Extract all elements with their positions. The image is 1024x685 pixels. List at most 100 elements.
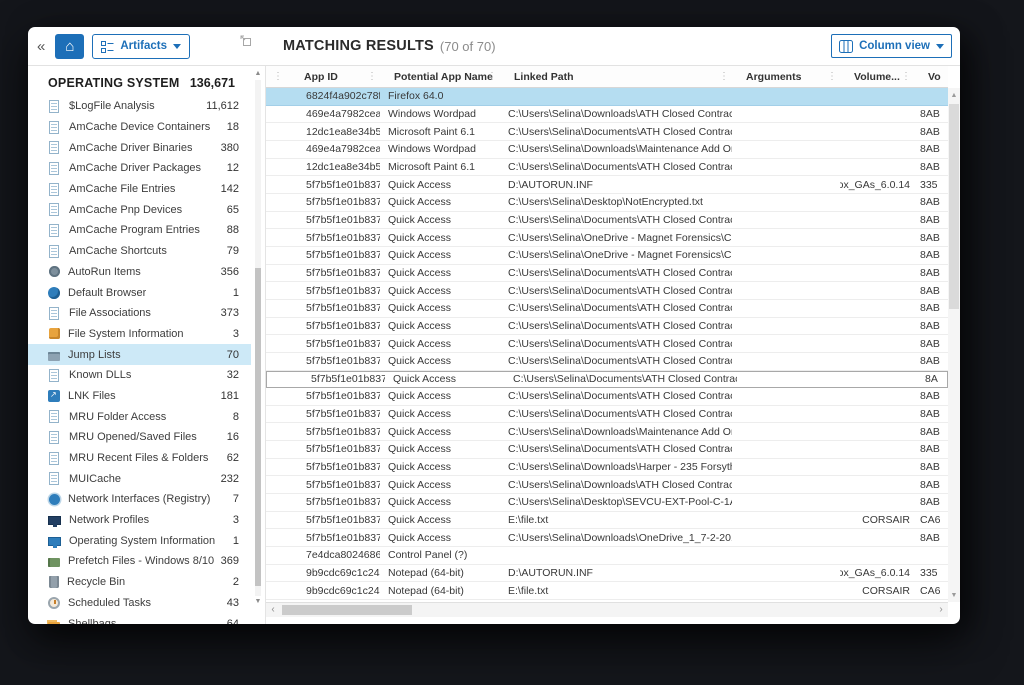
table-row[interactable]: 5f7b5f1e01b83767 Quick Access C:\Users\S… [266,423,948,442]
scroll-left-icon[interactable]: ‹ [266,603,280,617]
sidebar-artifact-item[interactable]: Network Interfaces (Registry) 7 [28,489,251,510]
sidebar-artifact-item[interactable]: AmCache Driver Packages 12 [28,158,251,179]
table-row[interactable]: 5f7b5f1e01b83767 Quick Access C:\Users\S… [266,458,948,477]
table-row[interactable]: 5f7b5f1e01b83767 Quick Access C:\Users\S… [266,405,948,424]
artifact-label: MUICache [69,472,121,485]
sidebar-artifact-item[interactable]: Scheduled Tasks 43 [28,593,251,614]
table-row[interactable]: 5f7b5f1e01b83767 Quick Access C:\Users\S… [266,282,948,300]
sidebar-artifact-item[interactable]: Known DLLs 32 [28,365,251,386]
column-header-arguments[interactable]: Arguments ⋮ [732,66,840,87]
sidebar-artifact-item[interactable]: MRU Recent Files & Folders 62 [28,448,251,469]
table-row[interactable]: 5f7b5f1e01b83767 Quick Access E:\file.tx… [266,511,948,530]
sidebar-artifact-item[interactable]: $LogFile Analysis 11,612 [28,96,251,117]
table-row[interactable]: 5f7b5f1e01b83767 Quick Access C:\Users\S… [266,335,948,353]
column-header-volume[interactable]: Volume... ⋮ [840,66,914,87]
column-header-app-id[interactable]: App ID ⋮ [290,66,380,87]
v-scrollbar-thumb[interactable] [949,104,959,309]
sidebar-artifact-item[interactable]: Network Profiles 3 [28,510,251,531]
column-options-icon[interactable]: ⋮ [367,71,377,82]
arguments-cell [732,265,840,282]
table-row[interactable]: 5f7b5f1e01b83767 Quick Access C:\Users\S… [266,352,948,371]
table-row[interactable]: 5f7b5f1e01b83767 Quick Access C:\Users\S… [266,211,948,230]
linked-path-cell: C:\Users\Selina\Documents\ATH Closed Con… [513,372,737,385]
scroll-up-icon[interactable]: ▲ [948,90,960,102]
home-button[interactable]: ⌂ [55,33,85,59]
sidebar-artifact-item[interactable]: Recycle Bin 2 [28,572,251,593]
table-row[interactable]: 12dc1ea8e34b5a6 Microsoft Paint 6.1 C:\U… [266,158,948,177]
table-row[interactable]: 5f7b5f1e01b83767 Quick Access C:\Users\S… [266,246,948,265]
column-options-icon[interactable]: ⋮ [487,71,497,82]
table-row[interactable]: 6824f4a902c78fbd Firefox 64.0 [266,88,948,106]
column-options-icon[interactable]: ⋮ [719,71,729,82]
sidebar-scrollbar[interactable]: ▲ ▼ [252,68,264,608]
table-row[interactable]: 7e4dca80246863e3 Control Panel (?) [266,547,948,565]
table-row[interactable]: 12dc1ea8e34b5a6 Microsoft Paint 6.1 C:\U… [266,123,948,141]
table-row[interactable]: 5f7b5f1e01b83767 Quick Access C:\Users\S… [266,494,948,512]
table-row[interactable]: 9b9cdc69c1c24e2b Notepad (64-bit) E:\fil… [266,582,948,601]
table-row[interactable]: 5f7b5f1e01b83767 Quick Access C:\Users\S… [266,529,948,548]
sidebar-artifact-item[interactable]: AmCache Pnp Devices 65 [28,199,251,220]
sidebar-artifact-item[interactable]: Operating System Information 1 [28,530,251,551]
artifacts-dropdown-button[interactable]: Artifacts [92,33,190,59]
column-header-volume-2[interactable]: Vo [914,66,948,87]
table-vertical-scrollbar[interactable]: ▲ ▼ [948,88,960,602]
volume-name-cell [840,265,914,282]
arguments-cell [732,247,840,264]
sidebar-artifact-item[interactable]: MUICache 232 [28,468,251,489]
sidebar-artifact-item[interactable]: Jump Lists 70 [28,344,251,365]
sidebar-artifact-item[interactable]: Default Browser 1 [28,282,251,303]
popout-icon[interactable] [240,35,252,47]
h-scrollbar-thumb[interactable] [282,605,412,615]
sidebar-artifact-item[interactable]: Prefetch Files - Windows 8/10 369 [28,551,251,572]
table-row[interactable]: 5f7b5f1e01b83767 Quick Access C:\Users\S… [266,299,948,318]
table-row[interactable]: 5f7b5f1e01b83767 Quick Access C:\Users\S… [266,229,948,247]
volume-serial-cell: 8AB [920,390,940,403]
sidebar-artifact-item[interactable]: File System Information 3 [28,324,251,345]
table-row[interactable]: 5f7b5f1e01b83767 Quick Access C:\Users\S… [266,476,948,495]
page-icon [49,161,59,175]
volume-name-cell [840,229,914,246]
table-row[interactable]: 5f7b5f1e01b83767 Quick Access C:\Users\S… [266,388,948,406]
row-grip-cell [266,494,290,511]
scroll-down-icon[interactable]: ▼ [252,596,264,608]
linked-path-cell: D:\AUTORUN.INF [508,178,593,191]
scroll-right-icon[interactable]: › [934,603,948,617]
section-count: 136,671 [189,76,235,90]
column-header-app-name[interactable]: Potential App Name ⋮ [380,66,500,87]
sidebar-artifact-item[interactable]: File Associations 373 [28,303,251,324]
collapse-sidebar-button[interactable]: « [37,38,45,55]
table-row[interactable]: 9b9cdc69c1c24e2b Notepad (64-bit) D:\AUT… [266,564,948,583]
column-header-linked-path[interactable]: Linked Path ⋮ [500,66,732,87]
column-options-icon[interactable]: ⋮ [827,71,837,82]
table-row[interactable]: 469e4a7982cea4d4 Windows Wordpad C:\User… [266,140,948,159]
column-options-icon[interactable]: ⋮ [901,71,911,82]
scroll-up-icon[interactable]: ▲ [252,68,264,80]
sidebar-artifact-item[interactable]: AmCache File Entries 142 [28,179,251,200]
table-row[interactable]: 5f7b5f1e01b83767 Quick Access C:\Users\S… [266,370,948,389]
table-row[interactable]: 5f7b5f1e01b83767 Quick Access D:\AUTORUN… [266,176,948,194]
sidebar-artifact-item[interactable]: AmCache Shortcuts 79 [28,241,251,262]
volume-name-cell [840,529,914,546]
sidebar-artifact-item[interactable]: Shellbags 64 [28,613,251,624]
scrollbar-thumb[interactable] [255,268,261,586]
table-row[interactable]: 5f7b5f1e01b83767 Quick Access C:\Users\S… [266,264,948,283]
app-id-cell: 12dc1ea8e34b5a6 [306,125,380,138]
table-row[interactable]: 5f7b5f1e01b83767 Quick Access C:\Users\S… [266,441,948,459]
sidebar-artifact-item[interactable]: AmCache Program Entries 88 [28,220,251,241]
sidebar-artifact-item[interactable]: AmCache Device Containers 18 [28,117,251,138]
volume-serial-cell: 8AB [920,125,940,138]
scroll-down-icon[interactable]: ▼ [948,590,960,602]
sidebar-artifact-item[interactable]: AmCache Driver Binaries 380 [28,137,251,158]
table-row[interactable]: 469e4a7982cea4d4 Windows Wordpad C:\User… [266,105,948,124]
grip-dots-icon[interactable]: ⋮ [273,71,283,82]
horizontal-scrollbar[interactable]: ‹ › [266,602,948,617]
table-row[interactable]: 5f7b5f1e01b83767 Quick Access C:\Users\S… [266,317,948,336]
sidebar-artifact-item[interactable]: LNK Files 181 [28,386,251,407]
sidebar-artifact-item[interactable]: AutoRun Items 356 [28,262,251,283]
column-view-button[interactable]: Column view [831,34,952,58]
table-row[interactable]: 5f7b5f1e01b83767 Quick Access C:\Users\S… [266,193,948,212]
app-id-cell: 5f7b5f1e01b83767 [306,496,380,509]
sidebar-artifact-item[interactable]: MRU Folder Access 8 [28,406,251,427]
sidebar-artifact-item[interactable]: MRU Opened/Saved Files 16 [28,427,251,448]
header-grip-cell[interactable]: ⋮ [266,66,290,87]
